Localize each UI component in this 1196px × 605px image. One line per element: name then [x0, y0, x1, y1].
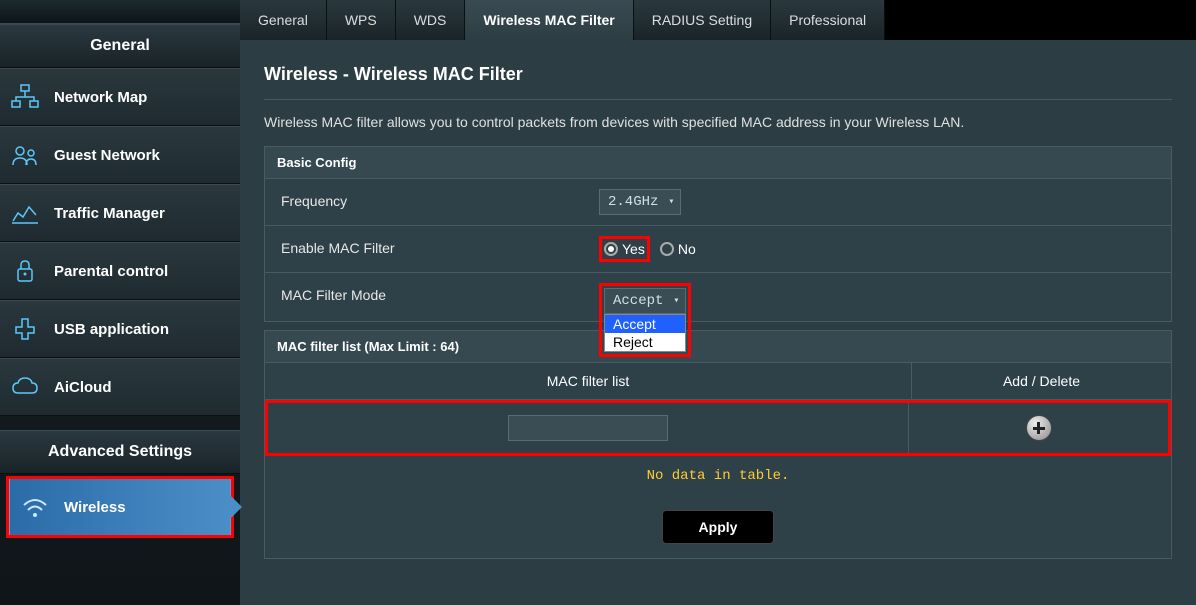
no-data-message: No data in table.: [265, 456, 1171, 496]
enable-no-label: No: [678, 241, 696, 257]
frequency-label: Frequency: [265, 179, 585, 225]
add-button[interactable]: [1026, 415, 1052, 441]
sidebar-item-label: USB application: [54, 321, 169, 338]
sidebar-item-label: Wireless: [64, 499, 126, 516]
sidebar-item-aicloud[interactable]: AiCloud: [0, 358, 240, 416]
divider: [264, 99, 1172, 100]
tab-wds[interactable]: WDS: [396, 0, 466, 40]
sidebar-item-label: Network Map: [54, 89, 147, 106]
enable-yes-radio[interactable]: Yes: [604, 241, 645, 257]
basic-config-header: Basic Config: [265, 147, 1171, 179]
sidebar-header-advanced: Advanced Settings: [0, 430, 240, 474]
mac-filter-list-header: MAC filter list (Max Limit : 64): [265, 331, 1171, 363]
tab-professional[interactable]: Professional: [771, 0, 885, 40]
tab-general[interactable]: General: [240, 0, 327, 40]
radio-checked-icon: [604, 242, 618, 256]
page-description: Wireless MAC filter allows you to contro…: [264, 114, 1172, 130]
sidebar-item-network-map[interactable]: Network Map: [0, 68, 240, 126]
tab-spacer: [885, 0, 1196, 40]
col-mac-filter-list: MAC filter list: [265, 363, 911, 399]
enable-mac-filter-row: Enable MAC Filter Yes No: [265, 226, 1171, 273]
guest-network-icon: [10, 141, 40, 169]
frequency-row: Frequency 2.4GHz: [265, 179, 1171, 226]
usb-application-icon: [10, 315, 40, 343]
tab-wireless-mac-filter[interactable]: Wireless MAC Filter: [465, 0, 633, 40]
aicloud-icon: [10, 373, 40, 401]
mac-filter-mode-dropdown: Accept Reject: [604, 314, 686, 352]
sidebar-item-label: Guest Network: [54, 147, 160, 164]
main-content: General WPS WDS Wireless MAC Filter RADI…: [240, 0, 1196, 605]
mac-filter-mode-select[interactable]: Accept: [604, 288, 686, 314]
sidebar-item-usb-application[interactable]: USB application: [0, 300, 240, 358]
sidebar-item-label: AiCloud: [54, 379, 112, 396]
page-title: Wireless - Wireless MAC Filter: [264, 64, 1172, 85]
wireless-icon: [20, 493, 50, 521]
mac-filter-mode-label: MAC Filter Mode: [265, 273, 585, 321]
basic-config-section: Basic Config Frequency 2.4GHz Enable MAC…: [264, 146, 1172, 322]
network-map-icon: [10, 83, 40, 111]
parental-control-icon: [10, 257, 40, 285]
enable-yes-label: Yes: [622, 241, 645, 257]
sidebar-header-general: General: [0, 24, 240, 68]
sidebar-item-label: Traffic Manager: [54, 205, 165, 222]
mac-filter-mode-row: MAC Filter Mode Accept Accept Reject: [265, 273, 1171, 321]
apply-button[interactable]: Apply: [662, 510, 775, 544]
sidebar-item-parental-control[interactable]: Parental control: [0, 242, 240, 300]
tab-radius-setting[interactable]: RADIUS Setting: [634, 0, 771, 40]
sidebar-item-guest-network[interactable]: Guest Network: [0, 126, 240, 184]
mode-option-reject[interactable]: Reject: [605, 333, 685, 351]
table-heading-row: MAC filter list Add / Delete: [265, 363, 1171, 400]
mac-filter-list-section: MAC filter list (Max Limit : 64) MAC fil…: [264, 330, 1172, 559]
enable-mac-filter-label: Enable MAC Filter: [265, 226, 585, 272]
mode-option-accept[interactable]: Accept: [605, 315, 685, 333]
sidebar-top-area: [0, 0, 240, 24]
radio-unchecked-icon: [660, 242, 674, 256]
mac-address-input[interactable]: [508, 415, 668, 441]
col-add-delete: Add / Delete: [911, 363, 1171, 399]
enable-no-radio[interactable]: No: [660, 241, 696, 257]
sidebar-item-wireless[interactable]: Wireless: [9, 479, 231, 535]
sidebar-item-traffic-manager[interactable]: Traffic Manager: [0, 184, 240, 242]
tabs: General WPS WDS Wireless MAC Filter RADI…: [240, 0, 1196, 40]
traffic-manager-icon: [10, 199, 40, 227]
frequency-select[interactable]: 2.4GHz: [599, 189, 681, 215]
sidebar: General Network Map Guest Network Traffi…: [0, 0, 240, 605]
tab-wps[interactable]: WPS: [327, 0, 396, 40]
sidebar-item-label: Parental control: [54, 263, 168, 280]
mac-input-row: [265, 400, 1171, 456]
